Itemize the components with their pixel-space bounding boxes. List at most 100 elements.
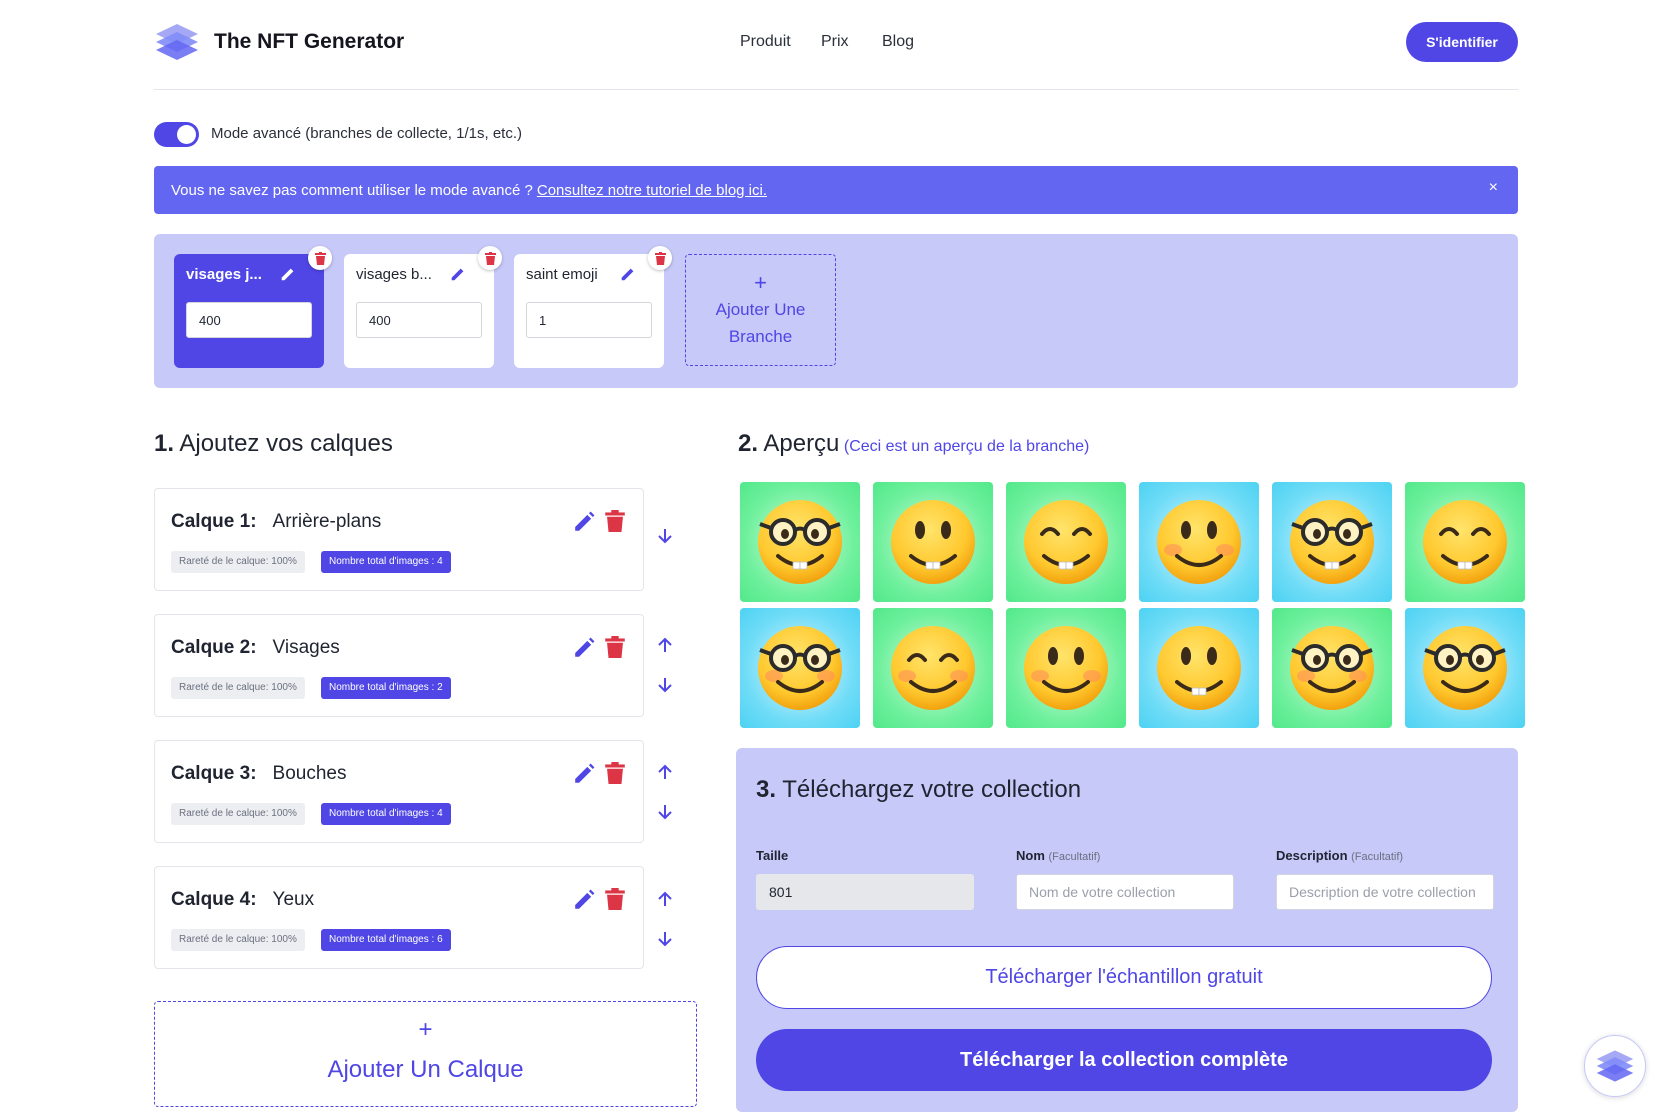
arrow-up-icon[interactable] [656,636,674,654]
nav-blog[interactable]: Blog [882,33,914,51]
collection-name-field[interactable] [1016,874,1234,910]
layers-heading: 1. Ajoutez vos calques [154,430,393,458]
pencil-icon[interactable] [573,511,595,533]
nav-produit[interactable]: Produit [740,33,791,51]
emoji-face-icon [1423,500,1507,584]
layer-rarity-badge: Rareté de le calque: 100% [171,551,305,573]
layer-rarity-badge: Rareté de le calque: 100% [171,803,305,825]
description-label-text: Description [1276,848,1348,863]
arrow-up-icon[interactable] [656,763,674,781]
layer-count-badge: Nombre total d'images : 4 [321,803,451,825]
plus-icon: + [754,270,767,295]
size-field[interactable] [756,874,974,910]
download-panel: 3. Téléchargez votre collection Taille N… [736,748,1518,1112]
layer-title: Calque 3: Bouches [171,763,346,785]
layer-title: Calque 4: Yeux [171,889,314,911]
layer-name: Yeux [272,889,315,910]
arrow-down-icon[interactable] [656,527,674,545]
section-number: 1. [154,430,175,457]
preview-tile [873,482,993,602]
preview-tile [1405,482,1525,602]
logo-icon[interactable] [154,22,200,62]
emoji-face-icon [758,626,842,710]
pencil-icon[interactable] [619,265,637,283]
preview-tile [1139,482,1259,602]
preview-tile [1272,482,1392,602]
branch-card[interactable]: saint emoji [514,246,672,368]
emoji-face-icon [1157,626,1241,710]
preview-tile [873,608,993,728]
layer-rarity-badge: Rareté de le calque: 100% [171,929,305,951]
banner-tutorial-link[interactable]: Consultez notre tutoriel de blog ici. [537,182,767,199]
trash-icon[interactable] [648,246,672,270]
layer-name: Arrière-plans [272,511,382,532]
branch-size-input[interactable] [356,302,482,338]
download-sample-button[interactable]: Télécharger l'échantillon gratuit [756,946,1492,1009]
advanced-mode-label: Mode avancé (branches de collecte, 1/1s,… [211,125,523,142]
branch-card[interactable]: visages b... [344,246,502,368]
layer-card[interactable]: Calque 4: Yeux Rareté de le calque: 100% … [154,866,644,969]
layer-card[interactable]: Calque 2: Visages Rareté de le calque: 10… [154,614,644,717]
brand-name[interactable]: The NFT Generator [214,30,404,54]
floating-logo-button[interactable] [1584,1035,1646,1097]
layer-number: Calque 1: [171,511,257,532]
layer-count-badge: Nombre total d'images : 2 [321,677,451,699]
emoji-face-icon [1024,500,1108,584]
section-title: Ajoutez vos calques [179,430,393,457]
collection-description-field[interactable] [1276,874,1494,910]
size-label-text: Taille [756,848,789,863]
emoji-face-icon [1290,500,1374,584]
pencil-icon[interactable] [449,265,467,283]
pencil-icon[interactable] [573,637,595,659]
trash-icon[interactable] [308,246,332,270]
emoji-face-icon [1157,500,1241,584]
add-branch-label-2: Branche [728,327,793,346]
preview-heading: 2. Aperçu (Ceci est un aperçu de la bran… [738,430,1089,458]
branch-size-input[interactable] [186,302,312,338]
section-number: 3. [756,776,777,803]
arrow-down-icon[interactable] [656,803,674,821]
layer-card[interactable]: Calque 1: Arrière-plans Rareté de le calq… [154,488,644,591]
branch-name: visages b... [356,266,432,283]
arrow-up-icon[interactable] [656,890,674,908]
emoji-face-icon [758,500,842,584]
preview-tile [1139,608,1259,728]
logo-icon [1596,1050,1634,1082]
preview-subtitle: (Ceci est un aperçu de la branche) [843,438,1090,455]
preview-tile [1006,608,1126,728]
layer-number: Calque 2: [171,637,257,658]
emoji-face-icon [891,626,975,710]
emoji-face-icon [1024,626,1108,710]
branch-size-input[interactable] [526,302,652,338]
pencil-icon[interactable] [573,889,595,911]
name-label: Nom (Facultatif) [1016,848,1100,863]
trash-icon[interactable] [605,762,625,784]
toggle-knob [177,125,196,144]
nav-prix[interactable]: Prix [821,33,849,51]
trash-icon[interactable] [605,510,625,532]
preview-tile [740,482,860,602]
arrow-down-icon[interactable] [656,930,674,948]
trash-icon[interactable] [605,888,625,910]
branch-card[interactable]: visages j... [174,246,332,368]
trash-icon[interactable] [605,636,625,658]
add-layer-button[interactable]: + Ajouter Un Calque [154,1001,697,1107]
pencil-icon[interactable] [573,763,595,785]
signin-button[interactable]: S'identifier [1406,22,1518,62]
layer-card[interactable]: Calque 3: Bouches Rareté de le calque: 10… [154,740,644,843]
download-heading: 3. Téléchargez votre collection [756,776,1081,804]
arrow-down-icon[interactable] [656,676,674,694]
section-title: Téléchargez votre collection [782,776,1082,803]
branches-panel: visages j... visages b... saint emoji + … [154,234,1518,388]
add-layer-label: Ajouter Un Calque [327,1056,524,1083]
section-number: 2. [738,430,759,457]
advanced-mode-toggle[interactable] [154,122,199,147]
header-divider [154,89,1518,90]
branch-name: saint emoji [526,266,598,283]
layer-name: Bouches [272,763,347,784]
download-full-collection-button[interactable]: Télécharger la collection complète [756,1029,1492,1091]
trash-icon[interactable] [478,246,502,270]
add-branch-button[interactable]: + Ajouter Une Branche [685,254,836,366]
pencil-icon[interactable] [279,265,297,283]
close-icon[interactable]: × [1489,179,1498,197]
